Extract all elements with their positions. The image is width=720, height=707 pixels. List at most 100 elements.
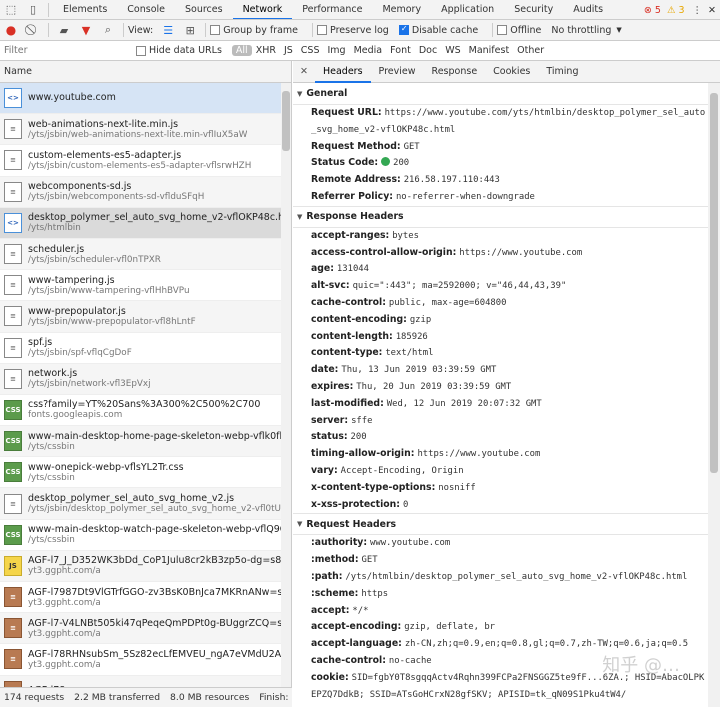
scrollbar-thumb[interactable]: [710, 93, 718, 473]
large-rows-icon[interactable]: ☰: [157, 20, 179, 40]
checkbox[interactable]: [136, 45, 146, 56]
tab-audits[interactable]: Audits: [563, 0, 613, 19]
request-row[interactable]: ≡ scheduler.js/yts/jsbin/scheduler-vfl0nT…: [0, 238, 291, 271]
filter-type-img[interactable]: Img: [324, 45, 350, 56]
record-icon[interactable]: ●: [0, 20, 22, 40]
filter-type-js[interactable]: JS: [280, 45, 297, 56]
preserve-log-toggle[interactable]: Preserve log: [317, 25, 389, 36]
general-section-header[interactable]: ▼ General: [293, 83, 708, 105]
close-devtools-icon[interactable]: ✕: [708, 5, 716, 16]
header-value[interactable]: Accept-Encoding, Origin: [341, 466, 464, 476]
header-value[interactable]: 131044: [337, 264, 369, 274]
tab-application[interactable]: Application: [431, 0, 504, 19]
detail-tab-response[interactable]: Response: [424, 61, 486, 83]
checkbox[interactable]: [210, 25, 221, 35]
response-headers-section-header[interactable]: ▼ Response Headers: [293, 205, 708, 228]
close-icon[interactable]: ✕: [293, 66, 315, 77]
request-row[interactable]: ≡ web-animations-next-lite.min.js/yts/jsb…: [0, 114, 291, 146]
detail-tab-preview[interactable]: Preview: [371, 61, 424, 83]
checkbox-checked[interactable]: [398, 24, 409, 35]
header-value[interactable]: sffe: [351, 416, 372, 426]
filter-icon[interactable]: ▼: [75, 20, 97, 40]
header-value[interactable]: https://www.youtube.com: [417, 449, 540, 459]
detail-tab-timing[interactable]: Timing: [538, 61, 586, 83]
filter-type-css[interactable]: CSS: [297, 45, 324, 56]
header-value[interactable]: GET: [404, 142, 420, 152]
error-icon[interactable]: ⊗ 5: [644, 5, 661, 16]
request-headers-section-header[interactable]: ▼ Request Headers: [293, 513, 708, 536]
header-value[interactable]: GET: [362, 555, 378, 565]
checkbox[interactable]: [317, 25, 328, 35]
tab-console[interactable]: Console: [117, 0, 175, 19]
screenshot-icon[interactable]: ▰: [53, 20, 75, 40]
request-row[interactable]: ≡ www-tampering.js/yts/jsbin/www-tamperin…: [0, 270, 291, 302]
header-value[interactable]: nosniff: [438, 483, 475, 493]
request-row[interactable]: CSS www-onepick-webp-vflsYL2Tr.css/yts/cs…: [0, 457, 291, 489]
checkbox[interactable]: [497, 25, 508, 35]
header-value[interactable]: text/html: [385, 348, 433, 358]
filter-type-other[interactable]: Other: [513, 45, 548, 56]
tab-network[interactable]: Network: [232, 0, 293, 19]
header-value[interactable]: 200: [393, 158, 409, 168]
request-row[interactable]: ≡ AGF-l7-V4LNBt505ki47qPeqeQmPDPt0g-BUggr…: [0, 613, 291, 645]
request-row[interactable]: ≡ AGF-l7987Dt9VlGTrfGGO-zv3BsK0BnJca7MKRn…: [0, 582, 291, 614]
scrollbar[interactable]: [708, 83, 720, 707]
tab-memory[interactable]: Memory: [372, 0, 431, 19]
filter-type-xhr[interactable]: XHR: [252, 45, 280, 56]
throttling-select[interactable]: No throttling ▼: [551, 25, 621, 36]
search-icon[interactable]: ⌕: [97, 20, 119, 40]
header-value[interactable]: 0: [403, 500, 408, 510]
request-row[interactable]: CSS www-main-desktop-home-page-skeleton-w…: [0, 426, 291, 458]
tab-elements[interactable]: Elements: [53, 0, 117, 19]
header-value[interactable]: Thu, 13 Jun 2019 03:39:59 GMT: [341, 365, 496, 375]
request-row[interactable]: ≡ webcomponents-sd.js/yts/jsbin/webcompon…: [0, 176, 291, 208]
group-by-frame-toggle[interactable]: Group by frame: [210, 25, 298, 36]
header-value[interactable]: Wed, 12 Jun 2019 20:07:32 GMT: [387, 399, 542, 409]
header-value[interactable]: bytes: [392, 231, 419, 241]
scrollbar-thumb[interactable]: [282, 91, 290, 151]
device-toggle-icon[interactable]: ▯: [22, 0, 44, 19]
request-row[interactable]: CSS css?family=YT%20Sans%3A300%2C500%2C70…: [0, 395, 291, 427]
header-value[interactable]: no-referrer-when-downgrade: [396, 192, 535, 202]
header-value[interactable]: www.youtube.com: [370, 538, 450, 548]
header-value[interactable]: gzip: [410, 315, 431, 325]
header-value[interactable]: 200: [351, 432, 367, 442]
filter-type-font[interactable]: Font: [386, 45, 415, 56]
request-row[interactable]: ≡ AGF-l78RHNsubSm_5Sz82ecLfEMVEU_ngA7eVMd…: [0, 644, 291, 676]
request-row[interactable]: ≡ custom-elements-es5-adapter.js/yts/jsbi…: [0, 145, 291, 177]
header-value[interactable]: no-cache: [389, 656, 432, 666]
clear-icon[interactable]: ⃠: [22, 20, 44, 40]
detail-tab-cookies[interactable]: Cookies: [485, 61, 538, 83]
header-value[interactable]: zh-CN,zh;q=0.9,en;q=0.8,gl;q=0.7,zh-TW;q…: [405, 639, 688, 649]
warning-icon[interactable]: ⚠ 3: [667, 5, 685, 16]
request-row[interactable]: ≡ desktop_polymer_sel_auto_svg_home_v2.js…: [0, 488, 291, 520]
hide-data-urls-toggle[interactable]: Hide data URLs: [136, 45, 222, 56]
tab-performance[interactable]: Performance: [292, 0, 372, 19]
request-row[interactable]: ≡AGF-l78...: [0, 675, 291, 687]
header-value[interactable]: public, max-age=604800: [389, 298, 507, 308]
header-value[interactable]: quic=":443"; ma=2592000; v="46,44,43,39": [353, 281, 567, 291]
issue-counters[interactable]: ⊗ 5 ⚠ 3 ⋮ ✕: [644, 0, 716, 19]
request-row[interactable]: <> desktop_polymer_sel_auto_svg_home_v2-v…: [0, 207, 291, 239]
tab-sources[interactable]: Sources: [175, 0, 233, 19]
header-value[interactable]: 185926: [396, 332, 428, 342]
filter-input[interactable]: [0, 42, 130, 59]
header-value[interactable]: 216.58.197.110:443: [404, 175, 500, 185]
filter-type-all[interactable]: All: [231, 45, 252, 56]
detail-tab-headers[interactable]: Headers: [315, 61, 371, 83]
request-row[interactable]: ≡ network.js/yts/jsbin/network-vfl3EpVxj: [0, 363, 291, 395]
header-value[interactable]: */*: [352, 606, 368, 616]
name-column-header[interactable]: Name: [0, 61, 291, 83]
header-value[interactable]: /yts/htmlbin/desktop_polymer_sel_auto_sv…: [345, 572, 687, 582]
waterfall-icon[interactable]: ⊞: [179, 20, 201, 40]
header-value[interactable]: https: [361, 589, 388, 599]
header-value[interactable]: Thu, 20 Jun 2019 03:39:59 GMT: [356, 382, 511, 392]
request-row[interactable]: CSS www-main-desktop-watch-page-skeleton-…: [0, 520, 291, 551]
disable-cache-toggle[interactable]: Disable cache: [398, 24, 478, 36]
request-row[interactable]: <> www.youtube.com: [0, 83, 291, 115]
request-row[interactable]: JS AGF-l7_J_D352WK3bDd_CoP1Julu8cr2kB3zp5…: [0, 550, 291, 582]
filter-type-ws[interactable]: WS: [441, 45, 464, 56]
inspect-icon[interactable]: ⬚: [0, 0, 22, 19]
filter-type-doc[interactable]: Doc: [415, 45, 441, 56]
tab-security[interactable]: Security: [504, 0, 563, 19]
